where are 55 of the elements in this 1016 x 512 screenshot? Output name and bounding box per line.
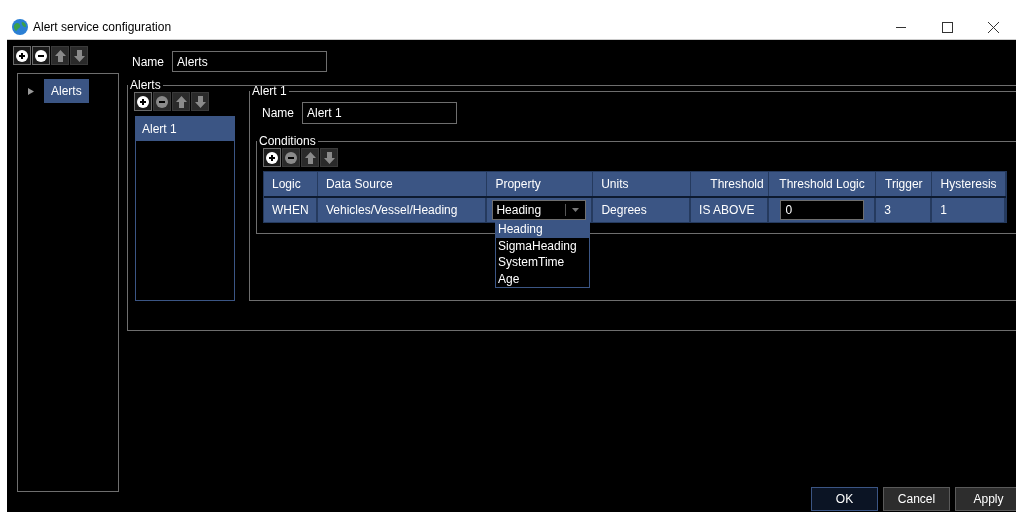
toolbar-button[interactable]: [263, 148, 281, 167]
remove-icon: [156, 95, 168, 108]
threshold-logic-field[interactable]: 0: [779, 200, 864, 220]
column-header[interactable]: Units: [593, 172, 691, 196]
toolbar-button[interactable]: [13, 46, 31, 65]
list-item[interactable]: Alert 1: [136, 117, 234, 141]
name-field[interactable]: Alert 1: [302, 102, 457, 124]
expander-icon[interactable]: [28, 87, 34, 95]
down-arrow-icon: [194, 95, 206, 108]
name-field[interactable]: Alerts: [172, 51, 327, 72]
toolbar-button[interactable]: [32, 46, 50, 65]
group-title: Alert 1: [251, 84, 288, 98]
window-title: Alert service configuration: [33, 19, 172, 36]
group-title: Alerts: [129, 78, 162, 92]
dropdown-option[interactable]: SigmaHeading: [496, 237, 589, 254]
table-cell: IS ABOVE: [691, 198, 769, 222]
column-header[interactable]: Hysteresis: [932, 172, 1006, 196]
add-icon: [266, 151, 278, 164]
dialog-button[interactable]: Apply: [955, 487, 1016, 511]
property-dropdown[interactable]: Heading: [492, 200, 587, 220]
table-cell: Degrees: [593, 198, 692, 222]
table-cell: Vehicles/Vessel/Heading: [318, 198, 488, 222]
column-header[interactable]: Data Source: [317, 172, 488, 196]
dropdown-option[interactable]: Heading: [496, 221, 589, 238]
name-label: Name: [262, 105, 294, 122]
dropdown-option[interactable]: Age: [496, 270, 589, 287]
dialog-button[interactable]: OK: [811, 487, 878, 511]
caret-icon: [572, 208, 580, 212]
add-icon: [16, 49, 28, 62]
column-header[interactable]: Property: [487, 172, 594, 196]
up-arrow-icon: [304, 151, 316, 164]
down-arrow-icon: [73, 49, 85, 62]
maximize-icon: [941, 21, 953, 33]
dialog-button[interactable]: Cancel: [883, 487, 950, 511]
column-header[interactable]: Trigger: [876, 172, 933, 196]
tree-item[interactable]: Alerts: [44, 79, 89, 103]
table-cell: WHEN: [264, 198, 318, 222]
down-arrow-icon: [323, 151, 335, 164]
column-header[interactable]: Threshold: [690, 172, 769, 196]
remove-icon: [35, 49, 47, 62]
up-arrow-icon: [54, 49, 66, 62]
name-label: Name: [132, 53, 164, 71]
toolbar-button[interactable]: [134, 92, 152, 111]
close-icon: [987, 21, 999, 33]
globe-icon: [12, 19, 28, 35]
remove-icon: [285, 151, 297, 164]
group-title: Conditions: [258, 134, 317, 148]
minimize-icon: [896, 26, 906, 28]
table-cell: 3: [876, 198, 933, 222]
column-header[interactable]: Threshold Logic: [768, 172, 877, 196]
table-cell: 1: [932, 198, 1006, 222]
column-header[interactable]: Logic: [264, 172, 318, 196]
up-arrow-icon: [175, 95, 187, 108]
add-icon: [137, 95, 149, 108]
dropdown-option[interactable]: SystemTime: [496, 254, 589, 271]
